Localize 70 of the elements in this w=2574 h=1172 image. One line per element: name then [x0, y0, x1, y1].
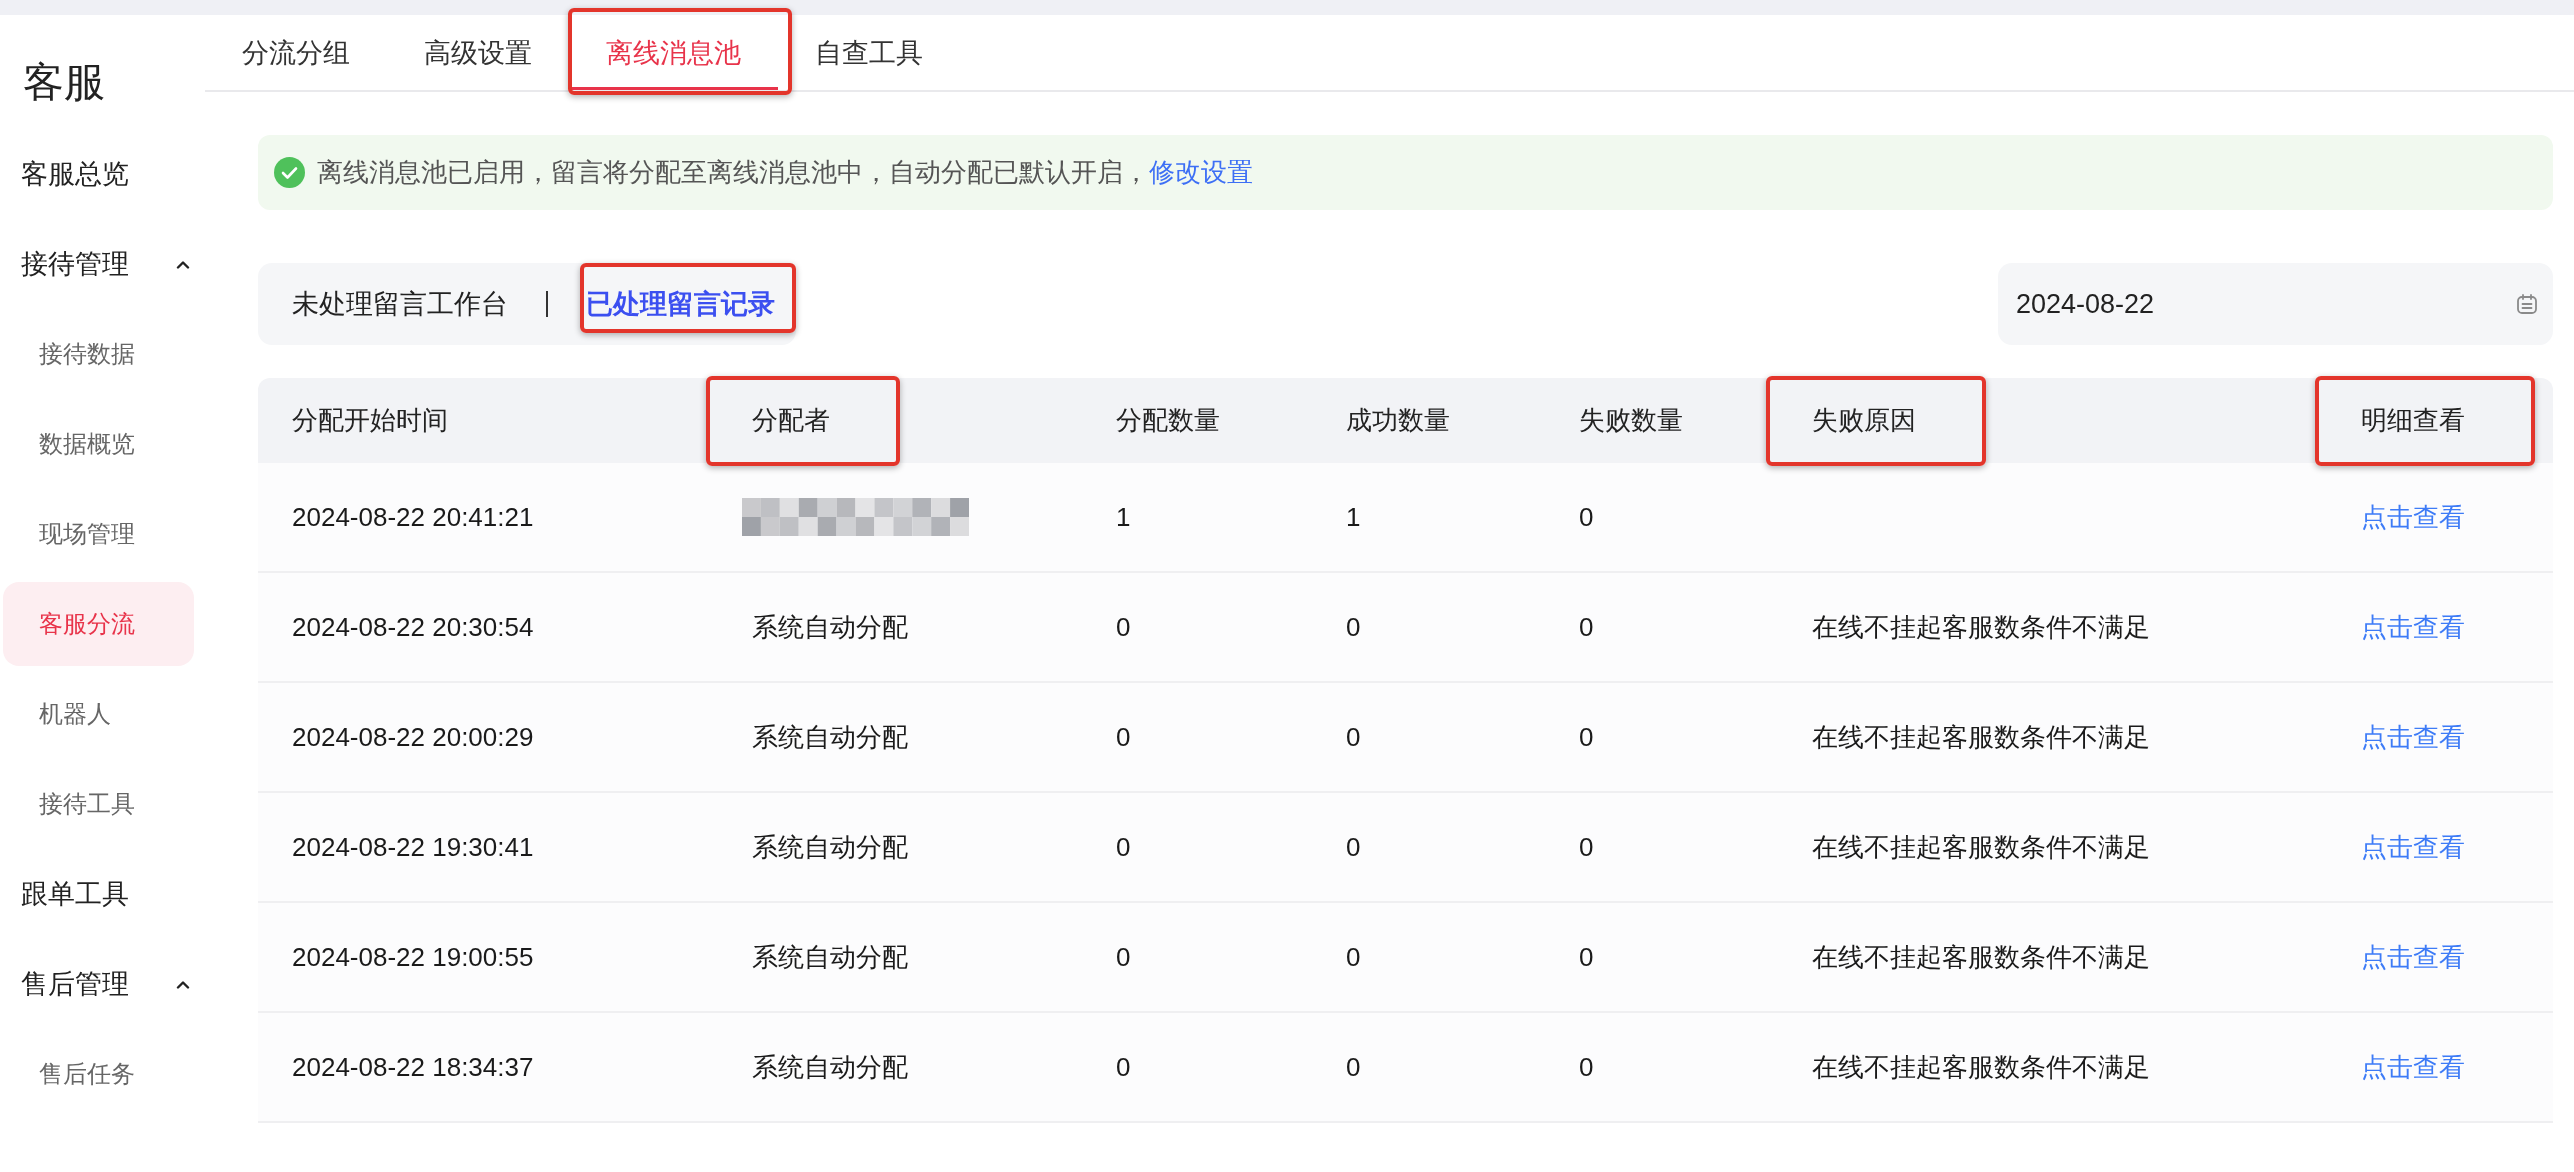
view-details-link[interactable]: 点击查看: [2361, 611, 2465, 642]
column-header: 失败数量: [1579, 405, 1683, 435]
table-cell: 1: [1116, 501, 1131, 532]
tab[interactable]: 高级设置: [387, 15, 569, 90]
record-tab[interactable]: 未处理留言工作台: [292, 263, 508, 345]
table-cell: 在线不挂起客服数条件不满足: [1812, 721, 2150, 752]
table-cell: 在线不挂起客服数条件不满足: [1812, 1051, 2150, 1082]
table-cell: 2024-08-22 19:30:41: [292, 831, 534, 862]
sidebar-item[interactable]: 售后管理: [3, 942, 194, 1026]
table-cell: 0: [1346, 1051, 1361, 1082]
table-cell: 0: [1116, 721, 1131, 752]
table-cell: 0: [1346, 721, 1361, 752]
sidebar-item[interactable]: 售后任务: [3, 1032, 194, 1116]
calendar-icon: [2516, 293, 2538, 315]
table-cell: 2024-08-22 20:00:29: [292, 721, 534, 752]
sidebar-item[interactable]: 跟单工具: [3, 852, 194, 936]
table-cell: 在线不挂起客服数条件不满足: [1812, 611, 2150, 642]
sidebar-item[interactable]: 客服分流: [3, 582, 194, 666]
table-cell: 0: [1579, 831, 1594, 862]
column-header: 成功数量: [1346, 405, 1450, 435]
date-field[interactable]: 2024-08-22: [1998, 263, 2553, 345]
sidebar-item[interactable]: 客服总览: [3, 132, 194, 216]
sidebar-title: 客服: [23, 58, 105, 107]
table-cell: 系统自动分配: [752, 611, 908, 642]
sidebar-item[interactable]: 接待管理: [3, 222, 194, 306]
tab[interactable]: 离线消息池: [569, 15, 778, 90]
sidebar-item[interactable]: 现场管理: [3, 492, 194, 576]
notice-message: 离线消息池已启用，留言将分配至离线消息池中，自动分配已默认开启，修改设置: [317, 156, 1253, 189]
table-cell: 0: [1579, 941, 1594, 972]
view-details-link[interactable]: 点击查看: [2361, 831, 2465, 862]
table-cell: 系统自动分配: [752, 941, 908, 972]
table-cell: 0: [1579, 721, 1594, 752]
column-header: 分配者: [752, 405, 830, 435]
table-cell: 系统自动分配: [752, 1051, 908, 1082]
sidebar-item[interactable]: 机器人: [3, 672, 194, 756]
table-cell: 2024-08-22 20:41:21: [292, 501, 534, 532]
table-cell: 0: [1579, 611, 1594, 642]
check-circle-icon: [274, 157, 305, 188]
table-cell: 0: [1346, 941, 1361, 972]
tab[interactable]: 自查工具: [778, 15, 960, 90]
table-cell: 0: [1579, 1051, 1594, 1082]
table-cell: 系统自动分配: [752, 721, 908, 752]
record-tab[interactable]: 已处理留言记录: [586, 263, 775, 345]
tab[interactable]: 分流分组: [205, 15, 387, 90]
table-cell: 1: [1346, 501, 1361, 532]
table-cell: 系统自动分配: [752, 831, 908, 862]
view-details-link[interactable]: 点击查看: [2361, 1051, 2465, 1082]
table-cell: 0: [1116, 611, 1131, 642]
column-header: 分配数量: [1116, 405, 1220, 435]
sidebar-item[interactable]: 接待工具: [3, 762, 194, 846]
table-cell: 2024-08-22 20:30:54: [292, 611, 534, 642]
view-details-link[interactable]: 点击查看: [2361, 941, 2465, 972]
column-header: 失败原因: [1812, 405, 1916, 435]
table-cell: 0: [1346, 611, 1361, 642]
settings-link[interactable]: 修改设置: [1149, 157, 1253, 187]
table-cell: 2024-08-22 19:00:55: [292, 941, 534, 972]
column-header: 明细查看: [2361, 405, 2465, 435]
table-cell: 2024-08-22 18:34:37: [292, 1051, 534, 1082]
sidebar-item[interactable]: 数据概览: [3, 402, 194, 486]
column-header: 分配开始时间: [292, 405, 448, 435]
table-cell: 0: [1346, 831, 1361, 862]
view-details-link[interactable]: 点击查看: [2361, 501, 2465, 532]
sidebar-item[interactable]: 接待数据: [3, 312, 194, 396]
table-cell: 0: [1116, 1051, 1131, 1082]
table-cell: 在线不挂起客服数条件不满足: [1812, 941, 2150, 972]
table-cell: 0: [1579, 501, 1594, 532]
view-details-link[interactable]: 点击查看: [2361, 721, 2465, 752]
table-cell: 0: [1116, 831, 1131, 862]
table-cell: 在线不挂起客服数条件不满足: [1812, 831, 2150, 862]
table-cell: 0: [1116, 941, 1131, 972]
